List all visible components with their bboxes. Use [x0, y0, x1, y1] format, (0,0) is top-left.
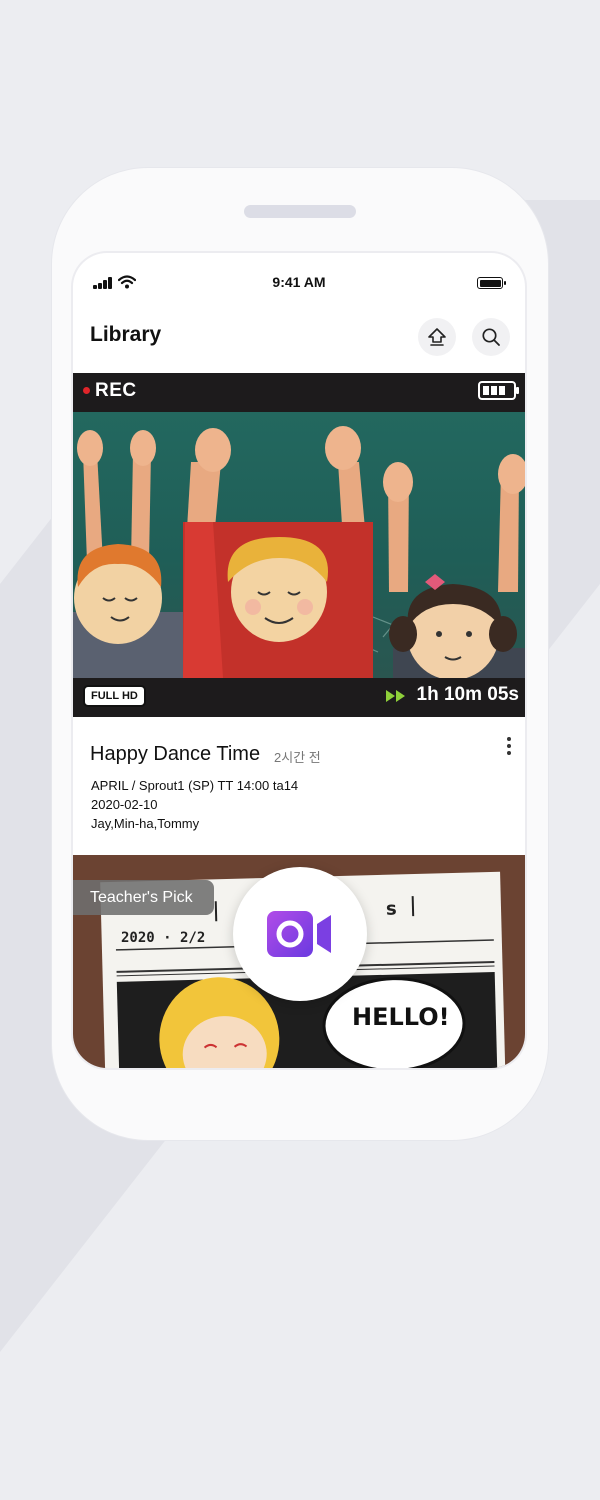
svg-text:s: s	[386, 899, 397, 920]
video-duration: 1h 10m 05s	[416, 684, 519, 705]
more-options-icon[interactable]	[502, 737, 516, 757]
battery-icon	[477, 277, 506, 289]
camera-battery-icon	[478, 381, 519, 400]
app-header: Library	[73, 311, 525, 373]
paper-date: 2020 · 2/2	[121, 930, 206, 946]
phone-speaker	[244, 205, 356, 218]
status-bar: 9:41 AM	[73, 253, 525, 311]
kids-dancing-photo	[73, 412, 525, 678]
record-video-button[interactable]	[233, 867, 367, 1001]
full-hd-badge: FULL HD	[83, 685, 146, 707]
time-ago: 2시간 전	[274, 750, 321, 765]
video-info[interactable]: Happy Dance Time 2시간 전 APRIL / Sprout1 (…	[73, 717, 525, 855]
rec-dot-icon	[83, 387, 90, 394]
rec-label: REC	[95, 380, 137, 401]
class-line: APRIL / Sprout1 (SP) TT 14:00 ta14	[91, 778, 299, 793]
fast-forward-icon	[386, 690, 405, 702]
search-icon	[482, 328, 500, 346]
teachers-pick-card[interactable]: s 2020 · 2/2 HELLO! Teacher's Pick	[73, 855, 525, 1068]
speech-bubble-text: HELLO!	[352, 1003, 450, 1031]
student-names: Jay,Min-ha,Tommy	[91, 816, 200, 831]
teachers-pick-badge: Teacher's Pick	[73, 880, 214, 915]
video-date: 2020-02-10	[91, 797, 158, 812]
video-title: Happy Dance Time	[90, 743, 261, 765]
upload-home-button[interactable]	[418, 318, 456, 356]
app-screen: 9:41 AM Library REC FULL HD 1h 10m 05s H…	[73, 253, 525, 1068]
page-title: Library	[90, 323, 162, 346]
home-upload-icon	[428, 328, 446, 346]
video-thumbnail[interactable]: REC FULL HD 1h 10m 05s	[73, 373, 525, 717]
search-button[interactable]	[472, 318, 510, 356]
kids-illustration	[73, 426, 525, 678]
video-camera-icon	[267, 911, 331, 957]
status-time: 9:41 AM	[272, 274, 326, 290]
